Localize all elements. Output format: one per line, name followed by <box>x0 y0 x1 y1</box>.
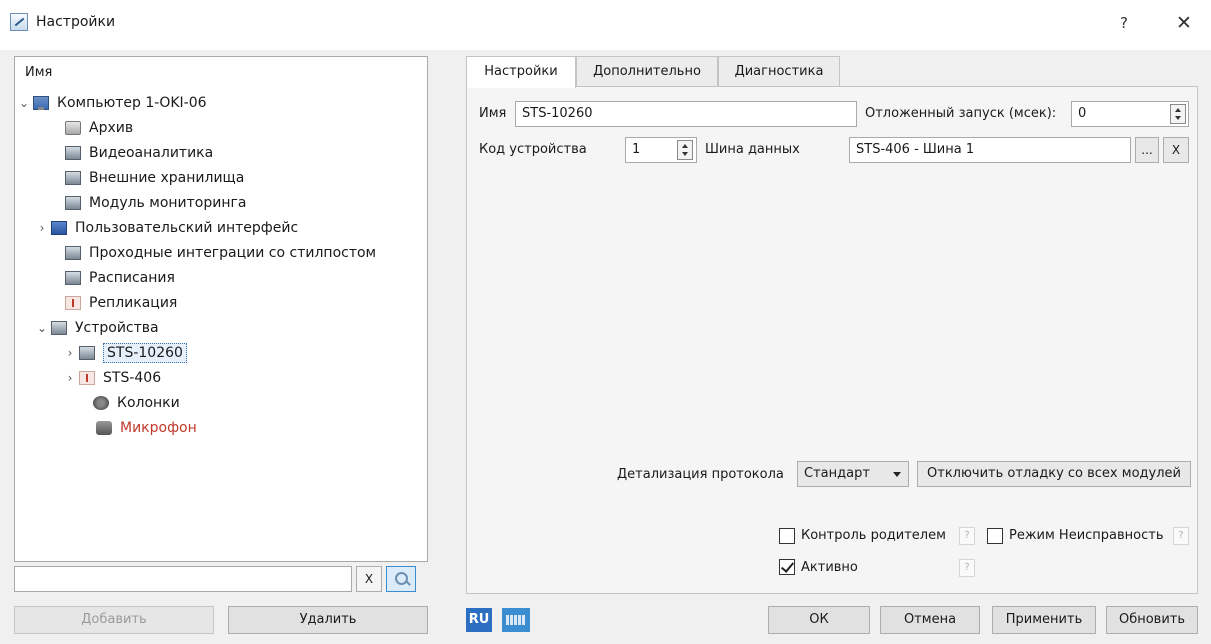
protocol-label: Детализация протокола <box>617 467 784 482</box>
module-icon <box>65 246 81 260</box>
tree-item[interactable]: Видеоаналитика <box>47 141 213 165</box>
delay-spinner[interactable] <box>1170 104 1186 124</box>
tree-item[interactable]: ⌄ Устройства <box>33 316 159 340</box>
tree-item[interactable]: › STS-10260 <box>61 341 187 365</box>
tree-item-label: Компьютер 1-OKI-06 <box>57 95 207 111</box>
fault-mode-checkbox[interactable] <box>987 528 1003 544</box>
tree-item[interactable]: Проходные интеграции со стилпостом <box>47 241 376 265</box>
tree-item[interactable]: Модуль мониторинга <box>47 191 246 215</box>
module-icon <box>65 171 81 185</box>
title-bar <box>0 0 1211 50</box>
apply-button[interactable]: Применить <box>992 606 1096 634</box>
tree-item-label: Колонки <box>117 395 180 411</box>
expand-arrow-icon[interactable]: ⌄ <box>15 96 33 110</box>
tab-advanced[interactable]: Дополнительно <box>576 56 718 86</box>
tree-item[interactable]: Внешние хранилища <box>47 166 244 190</box>
parent-control-label: Контроль родителем <box>801 528 946 543</box>
tree-item-label: Расписания <box>89 270 175 286</box>
replication-icon <box>79 371 95 385</box>
active-help-icon[interactable]: ? <box>959 559 975 577</box>
tree-item[interactable]: Микрофон <box>75 416 197 440</box>
keyboard-icon[interactable] <box>502 608 530 632</box>
search-button[interactable] <box>386 566 416 592</box>
tree-item-label: STS-10260 <box>103 343 187 363</box>
ok-button[interactable]: ОК <box>768 606 870 634</box>
device-code-label: Код устройства <box>479 142 587 157</box>
tree-item[interactable]: Архив <box>47 116 133 140</box>
parent-control-help-icon[interactable]: ? <box>959 527 975 545</box>
cancel-button[interactable]: Отмена <box>880 606 980 634</box>
device-code-spinner[interactable] <box>677 140 693 160</box>
close-button[interactable]: ✕ <box>1170 8 1198 38</box>
speaker-icon <box>93 396 109 410</box>
refresh-button[interactable]: Обновить <box>1106 606 1198 634</box>
microphone-icon <box>96 421 112 435</box>
settings-panel: Имя STS-10260 Отложенный запуск (мсек): … <box>466 86 1198 594</box>
tree-item[interactable]: Репликация <box>47 291 177 315</box>
add-button[interactable]: Добавить <box>14 606 214 634</box>
chevron-down-icon <box>893 472 901 477</box>
tree-item[interactable]: Колонки <box>75 391 180 415</box>
module-icon <box>65 146 81 160</box>
delete-button[interactable]: Удалить <box>228 606 428 634</box>
tree-item-label: Проходные интеграции со стилпостом <box>89 245 377 261</box>
fault-mode-help-icon[interactable]: ? <box>1173 527 1189 545</box>
active-label: Активно <box>801 560 858 575</box>
tree-item-label: STS-406 <box>103 370 162 386</box>
tree-item[interactable]: › STS-406 <box>61 366 162 390</box>
expand-arrow-icon[interactable]: › <box>61 346 79 360</box>
replication-icon <box>65 296 81 310</box>
protocol-value: Стандарт <box>804 466 870 481</box>
name-field[interactable]: STS-10260 <box>515 101 857 127</box>
disable-debug-button[interactable]: Отключить отладку со всех модулей <box>917 461 1191 487</box>
protocol-select[interactable]: Стандарт <box>797 461 909 487</box>
expand-arrow-icon[interactable]: › <box>33 221 51 235</box>
search-input[interactable] <box>14 566 352 592</box>
bus-field[interactable]: STS-406 - Шина 1 <box>849 137 1131 163</box>
tree-item-label: Внешние хранилища <box>89 170 245 186</box>
tree-item-label: Микрофон <box>120 420 197 436</box>
fault-mode-label: Режим Неисправность <box>1009 528 1164 543</box>
monitor-icon <box>51 221 67 235</box>
app-icon <box>10 13 28 31</box>
search-clear-button[interactable]: X <box>356 566 382 592</box>
parent-control-checkbox[interactable] <box>779 528 795 544</box>
module-icon <box>65 271 81 285</box>
module-icon <box>65 196 81 210</box>
tree-item-label: Репликация <box>89 295 178 311</box>
bus-browse-button[interactable]: ... <box>1135 137 1159 163</box>
tree-panel: Имя ⌄ Компьютер 1-OKI-06 Архив Видеоаналити… <box>14 56 428 562</box>
tree-item[interactable]: › Пользовательский интерфейс <box>33 216 299 240</box>
tree-header: Имя <box>25 65 53 80</box>
tab-settings[interactable]: Настройки <box>466 56 576 88</box>
expand-arrow-icon[interactable]: ⌄ <box>33 321 51 335</box>
active-checkbox[interactable] <box>779 559 795 575</box>
bus-clear-button[interactable]: X <box>1163 137 1189 163</box>
computer-icon <box>33 96 49 110</box>
tree-item-label: Модуль мониторинга <box>89 195 247 211</box>
module-icon <box>51 321 67 335</box>
name-label: Имя <box>479 106 507 121</box>
disk-icon <box>65 121 81 135</box>
help-button[interactable]: ? <box>1112 10 1136 36</box>
tree-item[interactable]: ⌄ Компьютер 1-OKI-06 <box>15 91 207 115</box>
delay-label: Отложенный запуск (мсек): <box>865 106 1057 121</box>
window-title: Настройки <box>36 14 116 30</box>
bus-label: Шина данных <box>705 142 800 157</box>
tree-item-label: Устройства <box>75 320 159 336</box>
expand-arrow-icon[interactable]: › <box>61 371 79 385</box>
module-icon <box>79 346 95 360</box>
tab-diagnostics[interactable]: Диагностика <box>718 56 840 86</box>
tree-item-label: Пользовательский интерфейс <box>75 220 299 236</box>
language-indicator[interactable]: RU <box>466 608 492 632</box>
tree-item-label: Видеоаналитика <box>89 145 214 161</box>
tree-item[interactable]: Расписания <box>47 266 175 290</box>
tree-item-label: Архив <box>89 120 134 136</box>
